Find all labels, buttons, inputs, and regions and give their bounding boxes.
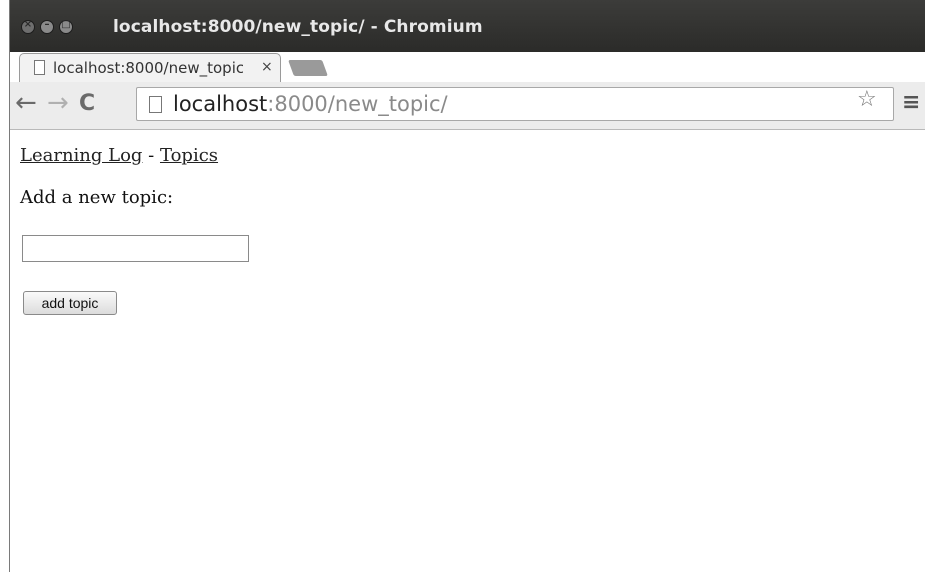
tab-close-icon[interactable]: × xyxy=(261,59,273,75)
forward-arrow-icon[interactable]: → xyxy=(47,88,69,118)
minimize-window-button[interactable]: – xyxy=(40,19,54,34)
form-heading: Add a new topic: xyxy=(20,187,174,208)
menu-icon[interactable]: ≡ xyxy=(902,90,920,115)
page-content: Learning Log - Topics Add a new topic: a… xyxy=(9,131,925,572)
maximize-window-button[interactable]: □ xyxy=(59,19,73,34)
nav-separator: - xyxy=(142,145,160,166)
browser-toolbar: ← → C localhost:8000/new_topic/ ☆ ≡ xyxy=(9,82,925,130)
bookmark-star-icon[interactable]: ☆ xyxy=(857,87,877,112)
address-bar[interactable]: localhost:8000/new_topic/ xyxy=(136,87,894,121)
window-edge xyxy=(9,0,10,572)
add-topic-button[interactable]: add topic xyxy=(23,291,117,315)
close-window-button[interactable]: × xyxy=(21,19,35,34)
page-icon xyxy=(34,60,45,75)
url-path: :8000/new_topic/ xyxy=(267,92,448,116)
browser-window: × – □ localhost:8000/new_topic/ - Chromi… xyxy=(9,0,925,572)
url-text: localhost:8000/new_topic/ xyxy=(173,92,448,116)
browser-tab[interactable]: localhost:8000/new_topic/ × xyxy=(19,53,281,83)
new-tab-button[interactable] xyxy=(288,60,328,76)
topic-name-input[interactable] xyxy=(22,235,249,262)
window-controls: × – □ xyxy=(21,19,73,34)
back-arrow-icon[interactable]: ← xyxy=(15,88,37,118)
close-icon: × xyxy=(23,19,33,30)
url-host: localhost xyxy=(173,92,268,116)
title-bar: × – □ localhost:8000/new_topic/ - Chromi… xyxy=(9,0,925,52)
topics-link[interactable]: Topics xyxy=(160,145,218,166)
window-title: localhost:8000/new_topic/ - Chromium xyxy=(113,17,483,37)
tab-title: localhost:8000/new_topic/ xyxy=(53,59,243,77)
reload-icon[interactable]: C xyxy=(79,91,95,116)
site-nav: Learning Log - Topics xyxy=(20,145,218,166)
minimize-icon: – xyxy=(44,19,50,30)
page-icon xyxy=(149,96,162,113)
learning-log-link[interactable]: Learning Log xyxy=(20,145,142,166)
maximize-icon: □ xyxy=(61,19,71,30)
